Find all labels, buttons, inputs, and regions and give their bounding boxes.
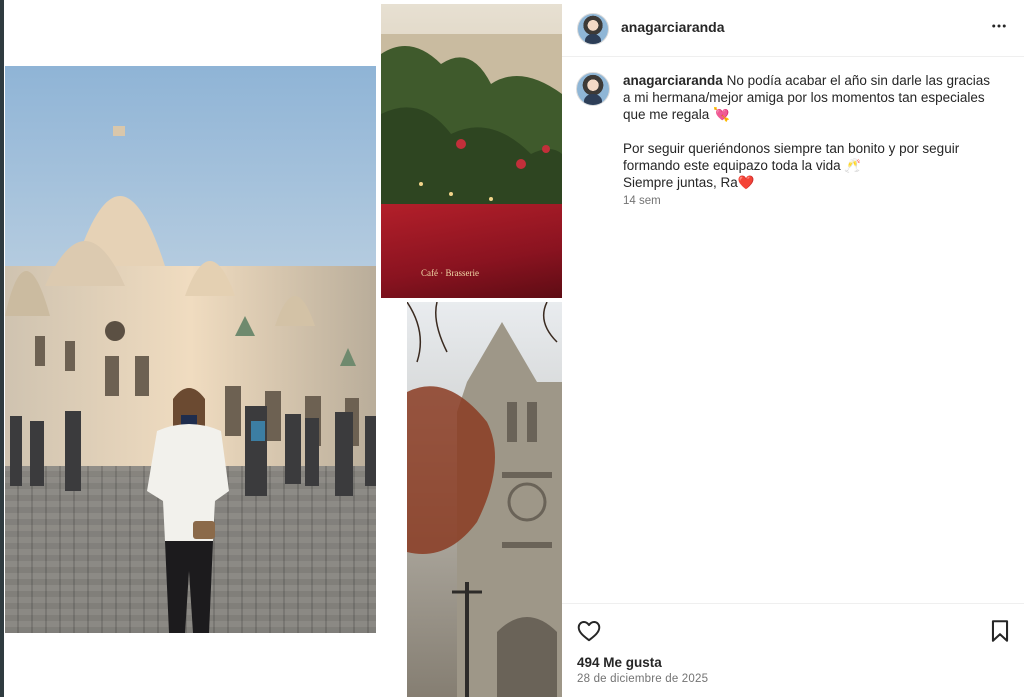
more-options-button[interactable] bbox=[987, 14, 1011, 38]
woman-figure bbox=[147, 388, 229, 633]
post-actions: 494 Me gusta 28 de diciembre de 2025 bbox=[562, 603, 1024, 698]
caption-avatar[interactable] bbox=[576, 72, 610, 106]
post-details-panel: anagarciaranda anagarciaranda No podía a… bbox=[562, 0, 1024, 697]
post-media-collage[interactable]: Café · Brasserie bbox=[4, 0, 562, 697]
cathedral-illustration bbox=[407, 302, 562, 697]
post-date: 28 de diciembre de 2025 bbox=[577, 673, 709, 685]
post-username[interactable]: anagarciaranda bbox=[621, 19, 725, 35]
caption-text-2: Por seguir queriéndonos siempre tan boni… bbox=[623, 141, 960, 173]
caption-timestamp[interactable]: 14 sem bbox=[623, 195, 661, 207]
photo-sacre-coeur[interactable] bbox=[5, 66, 376, 633]
caption-section: anagarciaranda No podía acabar el año si… bbox=[562, 57, 1024, 603]
likes-count[interactable]: 494 Me gusta bbox=[577, 655, 662, 670]
avatar[interactable] bbox=[577, 13, 609, 45]
more-options-icon bbox=[992, 24, 1006, 28]
photo-cafe[interactable]: Café · Brasserie bbox=[381, 4, 562, 298]
red-awning bbox=[381, 204, 562, 298]
photo-notre-dame[interactable] bbox=[407, 302, 562, 697]
post-caption: anagarciaranda No podía acabar el año si… bbox=[623, 72, 998, 191]
caption-text-3: Siempre juntas, Ra❤️ bbox=[623, 175, 755, 190]
heart-icon[interactable] bbox=[576, 618, 602, 644]
bookmark-icon[interactable] bbox=[987, 618, 1013, 644]
cafe-sign: Café · Brasserie bbox=[421, 268, 479, 278]
post-header: anagarciaranda bbox=[562, 0, 1024, 57]
caption-username[interactable]: anagarciaranda bbox=[623, 73, 723, 88]
